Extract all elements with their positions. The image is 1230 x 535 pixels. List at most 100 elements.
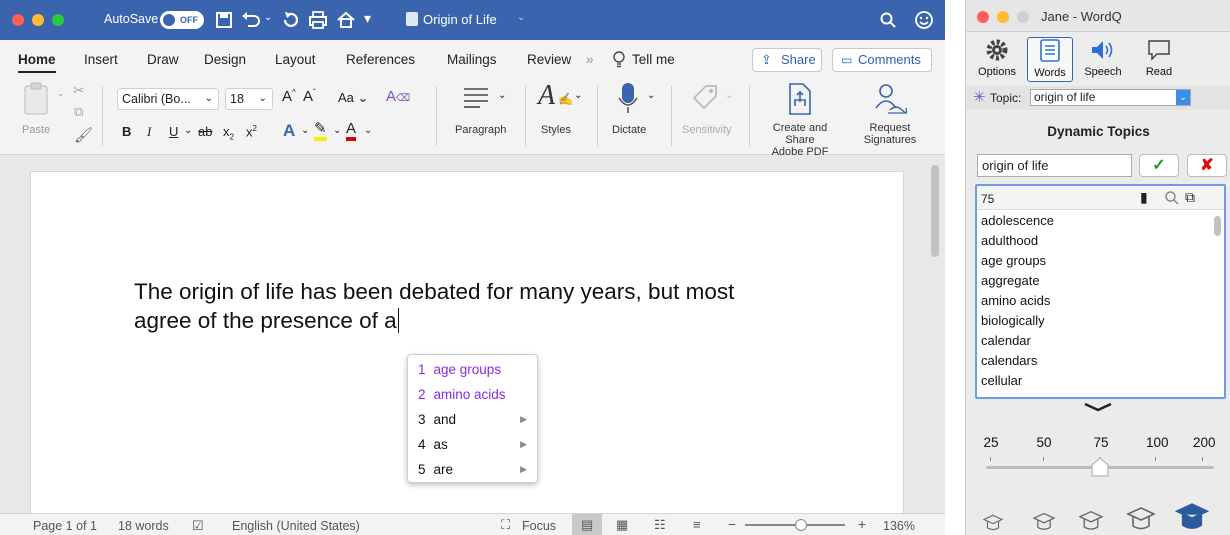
share-button[interactable]: ⇪ Share <box>752 48 822 72</box>
underline-dropdown-icon[interactable]: ⌄ <box>184 125 192 136</box>
font-size-select[interactable]: 18 ⌄ <box>225 88 273 110</box>
tab-layout[interactable]: Layout <box>275 52 316 67</box>
paragraph-icon[interactable] <box>462 84 494 112</box>
graduation-cap-icon[interactable] <box>1077 510 1105 532</box>
italic-icon[interactable]: I <box>147 124 151 140</box>
tab-draw[interactable]: Draw <box>147 52 179 67</box>
topic-word-item[interactable]: adolescence <box>977 211 1212 231</box>
zoom-window-button[interactable] <box>1017 11 1029 23</box>
words-button[interactable]: Words <box>1027 37 1073 82</box>
reject-topic-button[interactable]: ✘ <box>1187 154 1227 177</box>
topic-word-item[interactable]: aggregate <box>977 271 1212 291</box>
tell-me-search[interactable]: Tell me <box>632 52 675 67</box>
save-icon[interactable] <box>215 11 233 29</box>
styles-dropdown-icon[interactable]: ⌄ <box>574 90 582 101</box>
search-icon[interactable] <box>1164 190 1180 206</box>
focus-label[interactable]: Focus <box>522 519 556 533</box>
underline-icon[interactable]: U <box>169 124 178 139</box>
strikethrough-icon[interactable]: ab <box>198 124 212 139</box>
shrink-font-icon[interactable]: Aˇ <box>303 88 316 105</box>
tab-review[interactable]: Review <box>527 52 571 67</box>
read-button[interactable]: Read <box>1136 37 1182 82</box>
print-layout-view-button[interactable]: ▤ <box>572 514 602 535</box>
feedback-smiley-icon[interactable] <box>914 10 934 30</box>
topic-word-item[interactable]: age groups <box>977 251 1212 271</box>
cut-icon[interactable]: ✂ <box>73 82 85 99</box>
dictate-dropdown-icon[interactable]: ⌄ <box>647 90 655 101</box>
autosave-toggle[interactable]: OFF <box>160 11 204 29</box>
change-case-icon[interactable]: Aa ⌄ <box>338 90 368 106</box>
topic-word-item[interactable]: calendars <box>977 351 1212 371</box>
topic-word-item[interactable]: calendar <box>977 331 1212 351</box>
proofing-icon[interactable]: ☑ <box>192 518 204 534</box>
topic-select[interactable]: origin of life ⌄ <box>1030 89 1191 106</box>
paste-icon[interactable] <box>23 82 53 116</box>
styles-icon[interactable]: A <box>538 80 555 112</box>
font-color-dropdown-icon[interactable]: ⌄ <box>364 125 372 136</box>
outline-view-icon[interactable]: ☷ <box>654 517 666 533</box>
bold-icon[interactable]: B <box>122 124 131 139</box>
title-chevron-down-icon[interactable]: ⌄ <box>517 12 525 23</box>
graduation-cap-icon[interactable] <box>1125 506 1157 532</box>
microphone-icon[interactable] <box>617 82 639 116</box>
undo-icon[interactable] <box>240 11 262 29</box>
comments-button[interactable]: ▭ Comments <box>832 48 932 72</box>
clear-formatting-icon[interactable]: A⌫ <box>386 88 410 105</box>
redo-icon[interactable] <box>280 10 300 30</box>
font-color-icon[interactable]: A <box>346 121 357 141</box>
document-text[interactable]: The origin of life has been debated for … <box>134 277 734 335</box>
format-painter-icon[interactable]: 🖌 <box>74 126 93 144</box>
text-effects-dropdown-icon[interactable]: ⌄ <box>301 125 309 136</box>
zoom-in-button[interactable]: + <box>858 516 866 532</box>
undo-dropdown-icon[interactable]: ⌄ <box>264 12 272 23</box>
prediction-item[interactable]: 1 age groups <box>408 357 537 382</box>
draft-view-icon[interactable]: ≡ <box>693 517 701 532</box>
text-effects-icon[interactable]: A <box>283 121 295 141</box>
highlight-dropdown-icon[interactable]: ⌄ <box>333 125 341 136</box>
collapse-chevron-icon[interactable] <box>1083 401 1113 413</box>
paste-dropdown-icon[interactable]: ⌄ <box>57 88 65 99</box>
word-count[interactable]: 18 words <box>118 519 169 533</box>
print-icon[interactable] <box>308 11 328 29</box>
tab-insert[interactable]: Insert <box>84 52 118 67</box>
focus-icon[interactable]: ⛶ <box>501 517 510 533</box>
copy-icon[interactable]: ⧉ <box>1185 189 1195 206</box>
search-icon[interactable] <box>880 12 896 28</box>
sensitivity-icon[interactable] <box>690 82 720 112</box>
topic-input[interactable]: origin of life <box>977 154 1132 177</box>
speech-button[interactable]: Speech <box>1080 37 1126 82</box>
copy-icon[interactable]: ⧉ <box>74 104 83 120</box>
adobe-pdf-icon[interactable] <box>787 82 813 116</box>
prediction-item[interactable]: 3 and ▶ <box>408 407 537 432</box>
web-layout-icon[interactable]: ▦ <box>616 517 628 533</box>
zoom-slider-knob[interactable] <box>795 519 807 531</box>
zoom-level[interactable]: 136% <box>883 519 915 533</box>
sensitivity-dropdown-icon[interactable]: ⌄ <box>725 90 733 101</box>
tab-home[interactable]: Home <box>18 52 56 73</box>
graduation-cap-icon[interactable] <box>1174 502 1210 532</box>
superscript-icon[interactable]: x2 <box>246 124 257 139</box>
customize-toolbar-icon[interactable]: ▾ <box>364 10 371 27</box>
language-status[interactable]: English (United States) <box>232 519 360 533</box>
font-name-select[interactable]: Calibri (Bo... ⌄ <box>117 88 219 110</box>
topic-word-item[interactable]: adulthood <box>977 231 1212 251</box>
subscript-icon[interactable]: x2 <box>223 124 234 142</box>
highlight-icon[interactable]: ✎ <box>314 121 327 141</box>
topic-word-item[interactable]: biologically <box>977 311 1212 331</box>
request-signatures-icon[interactable] <box>872 82 908 116</box>
zoom-window-button[interactable] <box>52 14 64 26</box>
prediction-slider-knob[interactable] <box>1091 457 1109 477</box>
home-icon[interactable] <box>336 10 356 30</box>
tab-design[interactable]: Design <box>204 52 246 67</box>
prediction-item[interactable]: 5 are ▶ <box>408 457 537 482</box>
close-window-button[interactable] <box>977 11 989 23</box>
grow-font-icon[interactable]: A^ <box>282 88 296 105</box>
minimize-window-button[interactable] <box>32 14 44 26</box>
tab-references[interactable]: References <box>346 52 415 67</box>
minimize-window-button[interactable] <box>997 11 1009 23</box>
list-scrollbar-thumb[interactable] <box>1214 216 1221 236</box>
accept-topic-button[interactable]: ✓ <box>1139 154 1179 177</box>
prediction-item[interactable]: 4 as ▶ <box>408 432 537 457</box>
more-tabs-icon[interactable]: » <box>586 52 594 67</box>
vertical-scrollbar-thumb[interactable] <box>931 165 939 257</box>
